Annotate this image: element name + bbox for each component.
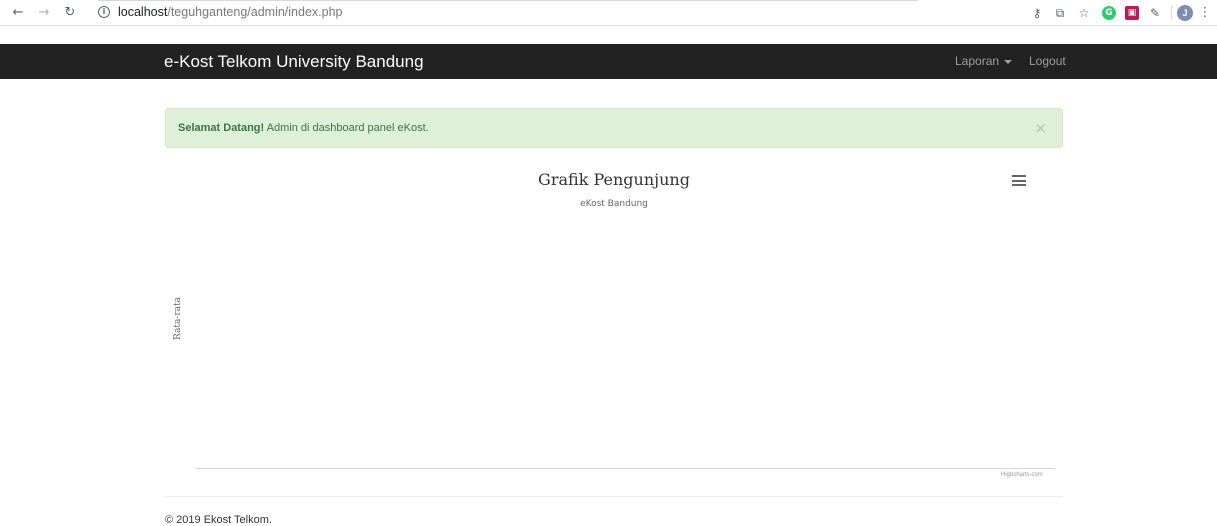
chart-menu-icon[interactable] xyxy=(1012,175,1026,186)
laporan-dropdown[interactable]: Laporan xyxy=(955,54,1013,69)
welcome-alert: Selamat Datang! Admin di dashboard panel… xyxy=(165,108,1063,148)
more-menu-icon[interactable]: ⋮ xyxy=(1197,5,1213,21)
browser-toolbar: ← → ↻ i localhost/teguhganteng/admin/ind… xyxy=(0,0,1217,26)
alert-message: Admin di dashboard panel eKost. xyxy=(264,122,429,134)
translate-icon[interactable]: ⧉ xyxy=(1053,6,1067,20)
caret-down-icon xyxy=(1004,59,1013,64)
footer-copyright: © 2019 Ekost Telkom. xyxy=(165,514,272,526)
star-icon[interactable]: ☆ xyxy=(1077,6,1091,20)
logout-link[interactable]: Logout xyxy=(1029,54,1066,69)
chart-title: Grafik Pengunjung xyxy=(538,170,690,189)
forward-icon[interactable]: → xyxy=(36,5,52,21)
toolbar-separator xyxy=(1171,6,1172,20)
laporan-label: Laporan xyxy=(955,54,1000,68)
puzzle-icon[interactable]: ✎ xyxy=(1148,6,1162,20)
footer-divider xyxy=(165,496,1063,497)
profile-avatar[interactable]: J xyxy=(1177,5,1193,21)
key-icon[interactable]: ⚷ xyxy=(1030,6,1044,20)
highcharts-credit[interactable]: Highcharts.com xyxy=(1001,471,1043,479)
alert-strong: Selamat Datang! xyxy=(178,122,265,134)
close-icon[interactable]: × xyxy=(1034,109,1047,147)
navbar: e-Kost Telkom University Bandung Laporan… xyxy=(0,44,1217,79)
brand-link[interactable]: e-Kost Telkom University Bandung xyxy=(164,52,424,72)
x-axis-line xyxy=(195,468,1055,469)
reload-icon[interactable]: ↻ xyxy=(62,5,78,21)
back-icon[interactable]: ← xyxy=(10,5,26,21)
visitor-chart: Grafik Pengunjung eKost Bandung Rata-rat… xyxy=(165,160,1063,485)
grammarly-icon[interactable]: G xyxy=(1102,6,1116,20)
extension-icon[interactable]: ▣ xyxy=(1125,6,1139,20)
y-axis-label: Rata-rata xyxy=(173,296,183,340)
chart-subtitle: eKost Bandung xyxy=(580,199,648,209)
url-text[interactable]: localhost/teguhganteng/admin/index.php xyxy=(118,5,342,20)
info-icon[interactable]: i xyxy=(98,6,110,18)
